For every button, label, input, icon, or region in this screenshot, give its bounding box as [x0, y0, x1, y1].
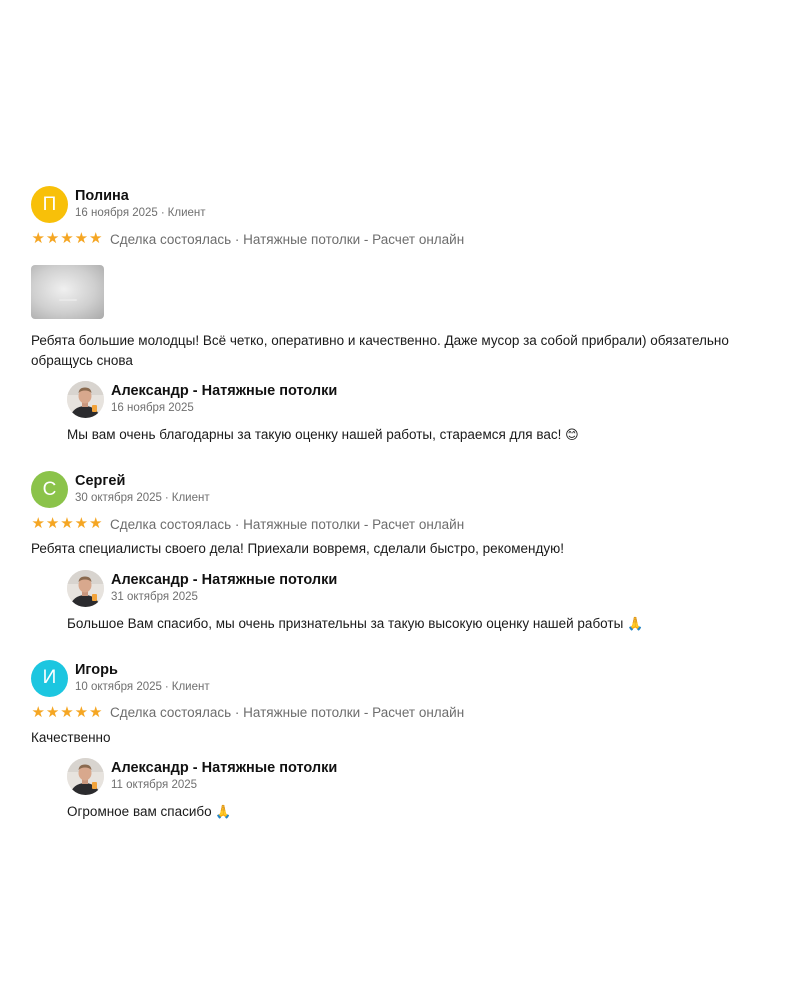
deal-info: Сделка состоялась · Натяжные потолки - Р… [109, 705, 465, 720]
reply-date: 16 ноября 2025 [111, 402, 194, 414]
owner-reply: Александр - Натяжные потолки 31 октября … [67, 569, 781, 634]
author-role: Клиент [171, 680, 210, 693]
reply-date: 11 октября 2025 [111, 779, 198, 791]
reviews-list: П Полина 16 ноября 2025 · Клиент ★ ★ ★ ★ ★ Сде… [31, 186, 781, 822]
star-icon: ★ [74, 230, 89, 247]
review-text: Качественно [31, 729, 111, 745]
review-photo[interactable] [31, 265, 104, 319]
reply-meta: Александр - Натяжные потолки 31 октября … [111, 572, 337, 605]
author-role: Клиент [167, 207, 206, 219]
review-text: Ребята специалисты своего дела! Приехали… [31, 541, 564, 556]
star-rating: ★ ★ ★ ★ ★ [31, 516, 103, 532]
star-rating: ★ ★ ★ ★ ★ [31, 231, 103, 247]
review-item: С Сергей 30 октября 2025 · Клиент ★ ★ ★ ★ ★ Сд… [31, 471, 781, 634]
star-icon: ★ [74, 515, 89, 532]
rating-row: ★ ★ ★ ★ ★ Сделка состоялась · Натяжные потол… [31, 230, 781, 248]
folded-hands-emoji-icon: 🙏 [215, 805, 232, 820]
author-name[interactable]: Полина [75, 188, 206, 205]
review-author: И Игорь 10 октября 2025 · Клиент [31, 659, 781, 697]
author-meta: Игорь 10 октября 2025 · Клиент [75, 662, 210, 695]
reply-meta: Александр - Натяжные потолки 16 ноября 2… [111, 383, 337, 416]
review-date: 10 октября 2025 [75, 680, 162, 693]
owner-avatar[interactable] [67, 758, 104, 795]
reply-author: Александр - Натяжные потолки 31 октября … [67, 569, 781, 607]
reply-message: Большое Вам спасибо, мы очень признатель… [67, 615, 624, 631]
author-subline: 16 ноября 2025 · Клиент [75, 207, 206, 219]
author-name[interactable]: Игорь [75, 662, 210, 679]
avatar[interactable]: И [31, 659, 68, 697]
review-date: 30 октября 2025 [75, 492, 162, 504]
rating-row: ★ ★ ★ ★ ★ Сделка состоялась · Натяжные потол… [31, 515, 781, 533]
star-rating: ★ ★ ★ ★ ★ [31, 703, 103, 721]
avatar[interactable]: П [31, 186, 68, 223]
author-subline: 10 октября 2025 · Клиент [75, 680, 210, 693]
author-meta: Полина 16 ноября 2025 · Клиент [75, 188, 206, 221]
author-name[interactable]: Сергей [75, 473, 210, 490]
reply-author-name[interactable]: Александр - Натяжные потолки [111, 572, 337, 589]
reply-author-name[interactable]: Александр - Натяжные потолки [111, 760, 337, 777]
star-icon: ★ [60, 230, 74, 247]
review-text: Ребята большие молодцы! Всё четко, опера… [31, 333, 729, 368]
reply-text: Большое Вам спасибо, мы очень признатель… [67, 614, 781, 634]
reply-meta: Александр - Натяжные потолки 11 октября … [111, 760, 337, 793]
star-icon: ★ [31, 703, 45, 721]
star-icon: ★ [31, 515, 45, 532]
star-icon: ★ [45, 230, 60, 247]
reply-message: Мы вам очень благодарны за такую оценку … [67, 427, 562, 442]
star-icon: ★ [60, 703, 74, 721]
smile-emoji-icon: 😊 [565, 428, 579, 443]
star-icon: ★ [31, 230, 45, 247]
reply-author-name[interactable]: Александр - Натяжные потолки [111, 383, 337, 400]
review-item: П Полина 16 ноября 2025 · Клиент ★ ★ ★ ★ ★ Сде… [31, 186, 781, 445]
author-meta: Сергей 30 октября 2025 · Клиент [75, 473, 210, 506]
reply-text: Мы вам очень благодарны за такую оценку … [67, 425, 781, 445]
star-icon: ★ [74, 703, 89, 721]
star-icon: ★ [89, 515, 103, 532]
rating-row: ★ ★ ★ ★ ★ Сделка состоялась · Натяжные потол… [31, 704, 781, 722]
star-icon: ★ [60, 515, 74, 532]
deal-info: Сделка состоялась · Натяжные потолки - Р… [109, 231, 465, 247]
review-date: 16 ноября 2025 [75, 207, 158, 219]
star-icon: ★ [45, 515, 60, 532]
author-subline: 30 октября 2025 · Клиент [75, 492, 210, 504]
avatar[interactable]: С [31, 471, 68, 508]
owner-reply: Александр - Натяжные потолки 16 ноября 2… [67, 381, 781, 445]
owner-reply: Александр - Натяжные потолки 11 октября … [67, 758, 781, 822]
reply-text: Огромное вам спасибо 🙏 [67, 802, 781, 822]
star-icon: ★ [45, 703, 60, 721]
owner-avatar[interactable] [67, 569, 104, 607]
author-role: Клиент [171, 492, 210, 504]
deal-info: Сделка состоялась · Натяжные потолки - Р… [109, 516, 465, 532]
reply-date: 31 октября 2025 [111, 590, 198, 603]
star-icon: ★ [89, 703, 103, 721]
star-icon: ★ [89, 230, 103, 247]
folded-hands-emoji-icon: 🙏 [627, 616, 644, 632]
reply-message: Огромное вам спасибо [67, 804, 212, 819]
review-author: П Полина 16 ноября 2025 · Клиент [31, 186, 781, 223]
review-item: И Игорь 10 октября 2025 · Клиент ★ ★ ★ ★ ★ Сде… [31, 659, 781, 823]
review-author: С Сергей 30 октября 2025 · Клиент [31, 471, 781, 508]
owner-avatar[interactable] [67, 381, 104, 418]
reply-author: Александр - Натяжные потолки 16 ноября 2… [67, 381, 781, 418]
reply-author: Александр - Натяжные потолки 11 октября … [67, 758, 781, 795]
